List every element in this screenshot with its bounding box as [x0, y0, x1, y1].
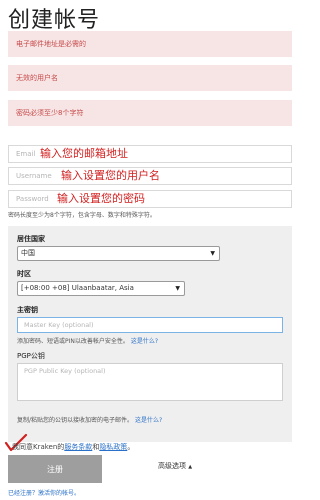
password-placeholder: Password	[16, 195, 49, 203]
master-key-help: 添加密码、短语或PIN以改善帐户安全性。 这是什么?	[17, 336, 158, 345]
password-annotation: 输入设置您的密码	[57, 192, 145, 205]
pgp-key-textarea[interactable]: PGP Public Key (optional)	[17, 363, 283, 401]
master-key-help-link[interactable]: 这是什么?	[131, 338, 158, 345]
page-title: 创建帐号	[8, 8, 101, 33]
master-key-placeholder: Master Key (optional)	[24, 321, 94, 329]
advanced-options-label: 高级选项	[158, 462, 186, 470]
advanced-options-toggle[interactable]: 高级选项 ▲	[158, 461, 192, 471]
pgp-placeholder: PGP Public Key (optional)	[24, 367, 106, 375]
country-value: 中国	[21, 249, 35, 257]
error-invalid-username: 无效的用户名	[8, 65, 292, 91]
profile-panel: 居住国家 中国 ▼ 时区 [+08:00 +08] Ulaanbaatar, A…	[8, 226, 292, 442]
privacy-policy-link[interactable]: 隐私政策	[99, 443, 127, 451]
username-field[interactable]: Username 输入设置您的用户名	[8, 167, 292, 185]
email-field[interactable]: Email 输入您的邮箱地址	[8, 145, 292, 163]
pgp-help-text: 复制/粘贴您的公钥以接收加密的电子邮件。	[17, 417, 134, 424]
error-email-required: 电子邮件地址是必需的	[8, 31, 292, 57]
agreement-prefix: 我同意Kraken的	[12, 443, 65, 451]
country-label: 居住国家	[17, 235, 45, 243]
chevron-down-icon: ▼	[210, 250, 215, 257]
register-button[interactable]: 注册	[8, 455, 102, 483]
signup-page: 创建帐号 电子邮件地址是必需的 无效的用户名 密码必须至少8个字符 Email …	[0, 0, 300, 500]
timezone-value: [+08:00 +08] Ulaanbaatar, Asia	[21, 284, 134, 292]
master-key-help-text: 添加密码、短语或PIN以改善帐户安全性。	[17, 338, 129, 345]
terms-agreement: 我同意Kraken的服务条款和隐私政策。	[12, 442, 134, 452]
password-hint: 密码长度至少为8个字符，包含字母、数字和特殊字符。	[8, 212, 156, 219]
country-select[interactable]: 中国 ▼	[17, 246, 220, 261]
master-key-input[interactable]: Master Key (optional)	[17, 317, 283, 333]
pgp-label: PGP公钥	[17, 352, 45, 360]
master-key-label: 主密钥	[17, 306, 38, 314]
email-annotation: 输入您的邮箱地址	[40, 147, 128, 160]
agreement-suffix: 。	[127, 443, 135, 451]
timezone-select[interactable]: [+08:00 +08] Ulaanbaatar, Asia ▼	[17, 281, 185, 296]
terms-of-service-link[interactable]: 服务条款	[64, 443, 92, 451]
username-placeholder: Username	[16, 172, 52, 180]
pgp-help-link[interactable]: 这是什么?	[135, 417, 162, 424]
chevron-down-icon: ▼	[175, 285, 180, 292]
timezone-label: 时区	[17, 270, 31, 278]
email-placeholder: Email	[16, 150, 36, 158]
password-field[interactable]: Password 输入设置您的密码	[8, 190, 292, 208]
activate-account-link[interactable]: 已经注册？激活你的帐号。	[8, 488, 80, 497]
caret-up-icon: ▲	[188, 464, 193, 470]
error-password-length: 密码必须至少8个字符	[8, 100, 292, 126]
pgp-help: 复制/粘贴您的公钥以接收加密的电子邮件。 这是什么?	[17, 415, 162, 424]
username-annotation: 输入设置您的用户名	[61, 169, 160, 182]
